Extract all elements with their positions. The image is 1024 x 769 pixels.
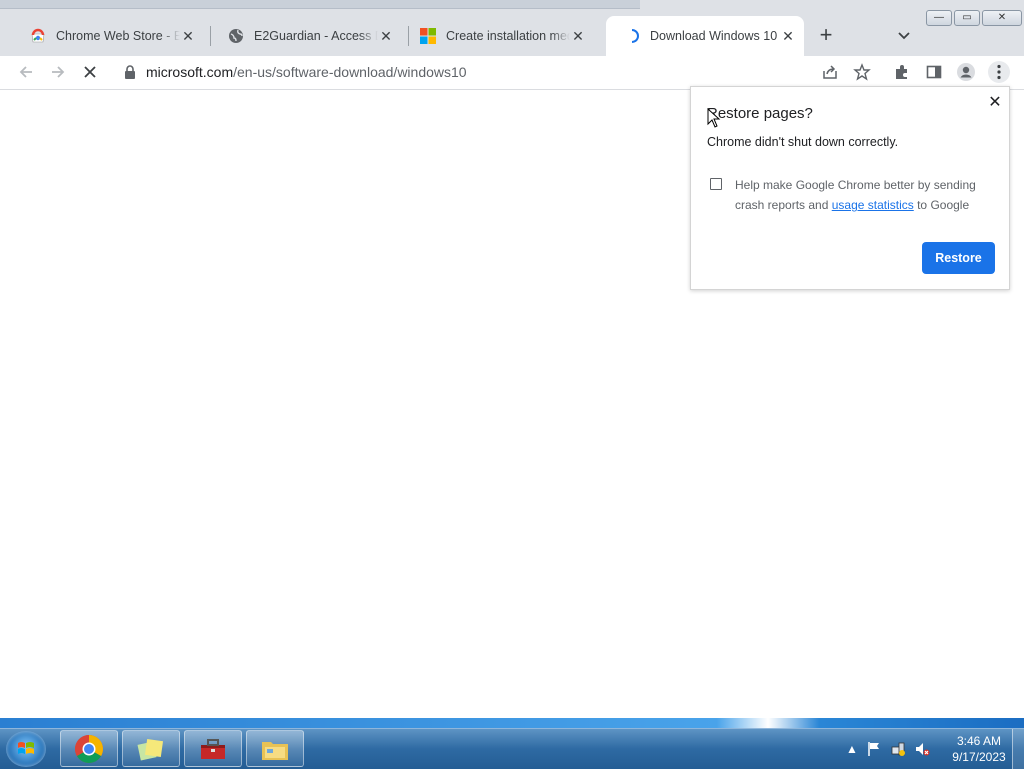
taskbar-chrome-button[interactable] [60,730,118,767]
lock-icon[interactable] [124,65,136,79]
new-tab-button[interactable]: + [814,24,838,48]
desktop-wallpaper-strip [0,718,1024,728]
tab-create-installation-media[interactable]: Create installation media ✕ [398,16,594,56]
stop-loading-button[interactable] [80,62,100,82]
title-bar-accent [0,0,640,9]
tab-title: Create installation media [446,29,570,43]
toolbox-icon [201,738,225,759]
dialog-title: Restore pages? [707,105,813,122]
microsoft-logo-icon [420,28,436,44]
taskbar-file-explorer-button[interactable] [246,730,304,767]
show-hidden-icons-chevron-icon[interactable]: ▲ [844,741,860,757]
file-explorer-icon [262,741,288,760]
share-icon[interactable] [820,62,840,82]
usage-statistics-checkbox[interactable] [710,178,722,190]
restore-pages-dialog: Restore pages? ✕ Chrome didn't shut down… [690,86,1010,290]
system-tray: ▲ 3:46 AM 9/17/2023 [840,729,1024,769]
close-dialog-button[interactable]: ✕ [987,95,1003,111]
url-path: /en-us/software-download/windows10 [233,64,467,80]
network-icon[interactable] [890,741,906,757]
window-controls: — ▭ ✕ [926,10,1022,26]
tab-title: Download Windows 10 [650,29,778,43]
usage-statistics-link[interactable]: usage statistics [832,198,914,212]
taskbar: ▲ 3:46 AM 9/17/2023 [0,728,1024,769]
taskbar-sticky-notes-button[interactable] [122,730,180,767]
close-tab-icon[interactable]: ✕ [570,28,586,44]
restore-button[interactable]: Restore [922,242,995,274]
close-window-button[interactable]: ✕ [982,10,1022,26]
extensions-puzzle-icon[interactable] [892,62,912,82]
globe-icon [228,28,244,44]
tab-chrome-web-store[interactable]: Chrome Web Store - Extensions ✕ [8,16,204,56]
system-clock[interactable]: 3:46 AM 9/17/2023 [944,733,1014,765]
address-bar[interactable]: microsoft.com/en-us/software-download/wi… [112,58,880,86]
chrome-icon [75,734,103,763]
toolbar: microsoft.com/en-us/software-download/wi… [0,56,1024,90]
tab-strip: Chrome Web Store - Extensions ✕ E2Guardi… [0,0,1024,56]
menu-kebab-icon[interactable] [988,61,1010,83]
mouse-cursor-icon [707,108,721,128]
side-panel-icon[interactable] [924,62,944,82]
clock-time: 3:46 AM [956,734,1002,748]
url-text: microsoft.com/en-us/software-download/wi… [146,64,467,80]
bookmark-star-icon[interactable] [852,62,872,82]
close-tab-icon[interactable]: ✕ [780,28,796,44]
show-desktop-button[interactable] [1012,729,1024,769]
close-tab-icon[interactable]: ✕ [378,28,394,44]
profile-avatar-icon[interactable] [956,62,976,82]
back-button[interactable] [16,62,36,82]
url-host: microsoft.com [146,64,234,80]
help-text-suffix: to Google [913,198,970,212]
loading-spinner-icon [624,28,640,44]
minimize-button[interactable]: — [926,10,952,26]
volume-muted-icon[interactable] [914,741,930,757]
sticky-notes-icon [137,738,164,760]
taskbar-toolbox-button[interactable] [184,730,242,767]
dialog-message: Chrome didn't shut down correctly. [707,135,899,149]
windows-logo-icon [18,742,34,754]
close-tab-icon[interactable]: ✕ [180,28,196,44]
action-center-flag-icon[interactable] [866,741,882,757]
tab-search-chevron-icon[interactable] [894,26,914,46]
chrome-web-store-icon [30,28,46,44]
forward-button[interactable] [48,62,68,82]
tab-e2guardian[interactable]: E2Guardian - Access Denied ✕ [206,16,402,56]
tab-title: E2Guardian - Access Denied [254,29,378,43]
usage-statistics-label: Help make Google Chrome better by sendin… [735,175,985,215]
start-button[interactable] [6,731,46,767]
maximize-button[interactable]: ▭ [954,10,980,26]
tab-download-windows-10[interactable]: Download Windows 10 ✕ [606,16,804,56]
chrome-window: Chrome Web Store - Extensions ✕ E2Guardi… [0,0,1024,719]
tab-title: Chrome Web Store - Extensions [56,29,180,43]
clock-date: 9/17/2023 [952,750,1006,764]
